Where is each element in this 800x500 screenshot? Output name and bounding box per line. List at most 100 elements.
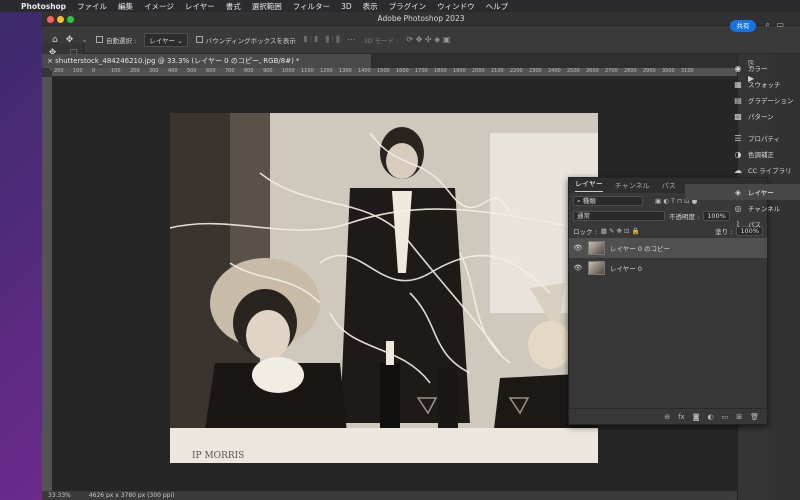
ruler-tick: 2100 [491,68,504,74]
status-bar: 33.33% 4626 px x 3780 px (300 ppi) [42,491,727,500]
mode-3d-label: 3D モード : [363,36,399,45]
menu-3d[interactable]: 3D [341,2,352,11]
ruler-tick: 200 [54,68,64,74]
tab-paths[interactable]: パス [662,181,676,191]
right-panel-list: ◉ カラー ▦ スウォッチ ▤ グラデーション ▩ パターン ☰ プロパティ ◑ 色調補正 … [685,60,800,232]
photo-watermark: IP MORRIS [192,451,244,461]
tab-channels[interactable]: チャンネル [615,181,650,191]
layer-row[interactable]: 👁 レイヤー 0 [569,258,767,278]
ruler-tick: 1000 [282,68,295,74]
options-bar: ⌂ ✥ ⌄ 自動選択 : レイヤー ⌄ バウンディングボックスを表示 ⫴ ⫶ ⫴… [42,26,800,54]
zoom-level[interactable]: 33.33% [48,492,71,499]
pattern-icon: ▩ [734,111,742,121]
close-window-button[interactable] [47,16,54,23]
new-layer-icon[interactable]: ⊞ [736,413,742,421]
ruler-tick: 200 [130,68,140,74]
menu-filter[interactable]: フィルター [293,1,330,12]
ruler-tick: 2700 [605,68,618,74]
ruler-tick: 2800 [624,68,637,74]
menu-type[interactable]: 書式 [226,1,241,12]
blend-mode-dropdown[interactable]: 通常 [573,210,665,221]
menu-app-name[interactable]: Photoshop [21,2,66,11]
add-mask-icon[interactable]: ◙ [693,413,700,421]
ruler-tick: 300 [149,68,159,74]
auto-select-dropdown[interactable]: レイヤー ⌄ [144,32,188,47]
auto-select-checkbox[interactable]: 自動選択 : [95,35,136,45]
fx-button[interactable]: fx [678,413,685,421]
paths-icon: ⌇ [736,219,740,229]
menu-plugins[interactable]: プラグイン [389,1,427,12]
ruler-tick: 2900 [643,68,656,74]
tab-strip [372,54,737,68]
menu-select[interactable]: 選択範囲 [252,1,282,12]
new-group-icon[interactable]: ▭ [722,413,729,421]
ruler-tick: 1600 [396,68,409,74]
ruler-tick: 100 [111,68,121,74]
ruler-tick: 100 [73,68,83,74]
ruler-tick: 400 [168,68,178,74]
gradient-icon: ▤ [734,95,742,105]
menu-view[interactable]: 表示 [363,1,378,12]
align-icons[interactable]: ⫴ ⫶ ⫴ ⫼ ⫶ ⫼ ⋯ [304,35,356,45]
adjustment-layer-icon[interactable]: ◐ [708,413,714,421]
document-info[interactable]: 4626 px x 3780 px (300 ppi) [89,492,175,499]
search-icon[interactable]: ⌕ [766,20,770,30]
panel-layers[interactable]: ◈ レイヤー [685,184,800,200]
panel-gradients[interactable]: ▤ グラデーション [685,92,800,108]
panel-cc-libraries[interactable]: ☁ CC ライブラリ [685,162,800,178]
share-button[interactable]: 共有 [730,20,756,32]
ruler-tick: 1900 [453,68,466,74]
ruler-tick: 2200 [510,68,523,74]
menu-window[interactable]: ウィンドウ [437,1,475,12]
ruler-tick: 1500 [377,68,390,74]
visibility-eye-icon[interactable]: 👁 [573,264,583,272]
lock-icons[interactable]: ▦ ✎ ✥ ⊡ 🔒 [601,227,640,235]
title-bar: Adobe Photoshop 2023 [42,12,800,26]
party-photo: IP MORRIS [170,113,598,463]
layer-name: レイヤー 0 のコピー [610,245,671,253]
close-tab-icon[interactable]: × [47,57,53,65]
link-layers-icon[interactable]: ⊖ [664,413,670,421]
window-title: Adobe Photoshop 2023 [377,14,465,23]
panel-properties[interactable]: ☰ プロパティ [685,130,800,146]
ruler-tick: 0 [92,68,96,74]
ruler-tick: 3000 [662,68,675,74]
zoom-window-button[interactable] [67,16,74,23]
menu-edit[interactable]: 編集 [118,1,133,12]
horizontal-ruler[interactable]: 200 100 0 100 200 300 400 500 600 700 800 900 1000 11… [52,68,737,77]
3d-tool-icons[interactable]: ⟳ ✥ ✣ ◈ ▣ [406,35,450,44]
panel-adjustments[interactable]: ◑ 色調補正 [685,146,800,162]
cc-libraries-icon: ☁ [734,165,742,175]
layer-filter-dropdown[interactable]: ⌕ 種類 [573,195,643,206]
menu-file[interactable]: ファイル [77,1,107,12]
panel-swatches[interactable]: ▦ スウォッチ [685,76,800,92]
ruler-tick: 1700 [415,68,428,74]
properties-icon: ☰ [734,133,742,143]
delete-layer-icon[interactable]: 🗑 [750,413,759,421]
menu-image[interactable]: イメージ [144,1,174,12]
tab-layers[interactable]: レイヤー [575,179,603,192]
layer-row[interactable]: 👁 レイヤー 0 のコピー [569,238,767,258]
ruler-tick: 1800 [434,68,447,74]
panel-channels[interactable]: ◎ チャンネル [685,200,800,216]
layer-thumbnail [588,241,605,255]
menu-help[interactable]: ヘルプ [486,1,509,12]
ruler-tick: 900 [263,68,273,74]
show-bbox-checkbox[interactable]: バウンディングボックスを表示 [195,35,296,45]
workspace-icon[interactable]: ▭ [776,20,784,29]
visibility-eye-icon[interactable]: 👁 [573,244,583,252]
adjustments-icon: ◑ [734,149,742,159]
panel-paths[interactable]: ⌇ パス [685,216,800,232]
ruler-tick: 1200 [320,68,333,74]
minimize-window-button[interactable] [57,16,64,23]
ruler-tick: 2600 [586,68,599,74]
panel-patterns[interactable]: ▩ パターン [685,108,800,124]
ruler-tick: 700 [225,68,235,74]
document-image[interactable]: IP MORRIS [170,113,598,463]
panel-color[interactable]: ◉ カラー [685,60,800,76]
channels-icon: ◎ [734,203,742,213]
ruler-tick: 2000 [472,68,485,74]
document-tab[interactable]: × shutterstock_484246210.jpg @ 33.3% (レイ… [42,54,372,68]
menu-layer[interactable]: レイヤー [185,1,215,12]
vertical-ruler[interactable] [42,77,52,491]
